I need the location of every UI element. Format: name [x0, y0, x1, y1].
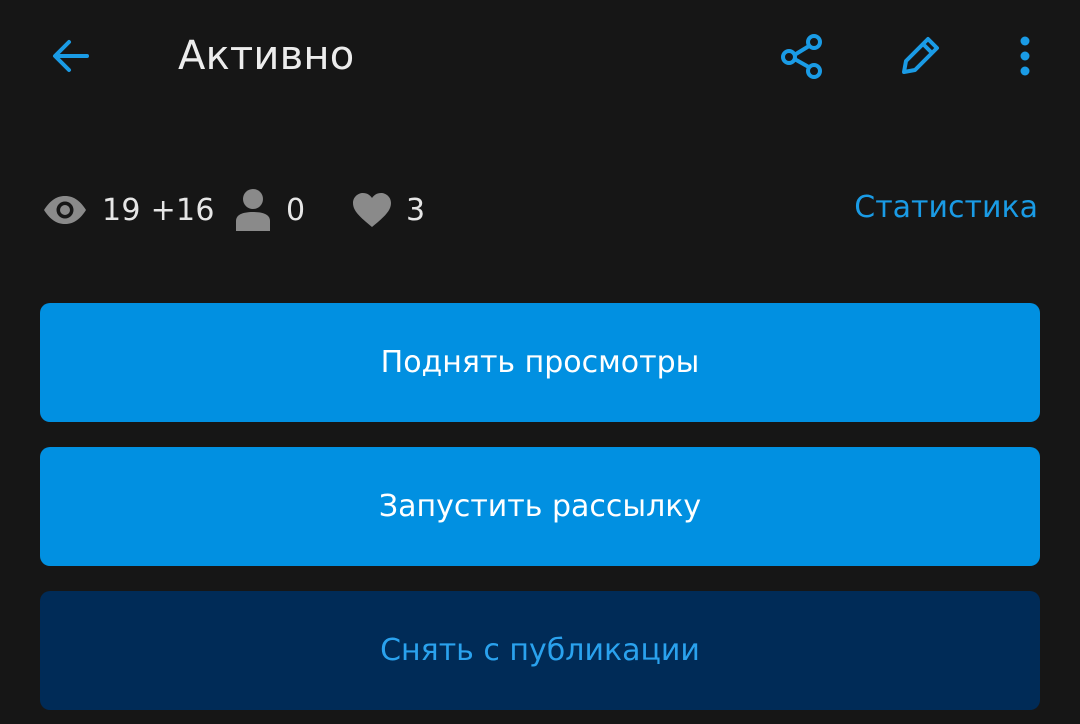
favorites-stat: 3	[352, 180, 425, 240]
top-app-bar: Активно	[0, 0, 1080, 112]
share-icon	[781, 34, 822, 79]
back-button[interactable]	[44, 30, 96, 82]
arrow-left-icon	[53, 40, 89, 72]
contacts-count: 0	[286, 192, 306, 228]
more-options-button[interactable]	[1000, 26, 1050, 86]
favorites-count: 3	[406, 192, 426, 228]
statistics-link[interactable]: Статистика	[854, 180, 1038, 236]
edit-button[interactable]	[890, 26, 950, 86]
boost-views-button[interactable]: Поднять просмотры	[40, 303, 1040, 422]
views-stat: 19 +16	[42, 180, 215, 240]
page-title: Активно	[178, 33, 355, 79]
stats-row: 19 +16 0 3 Статистика	[0, 180, 1080, 240]
views-count: 19 +16	[102, 192, 215, 228]
person-icon	[234, 188, 272, 232]
share-button[interactable]	[772, 26, 832, 86]
contacts-stat: 0	[234, 180, 305, 240]
heart-icon	[352, 192, 392, 228]
eye-icon	[42, 195, 88, 225]
pencil-icon	[902, 37, 939, 74]
ad-status-screen: Активно 19 +16 0 3 Статистика Поднять пр…	[0, 0, 1080, 724]
unpublish-button[interactable]: Снять с публикации	[40, 591, 1040, 710]
more-vertical-icon	[1020, 36, 1030, 76]
start-mailing-button[interactable]: Запустить рассылку	[40, 447, 1040, 566]
